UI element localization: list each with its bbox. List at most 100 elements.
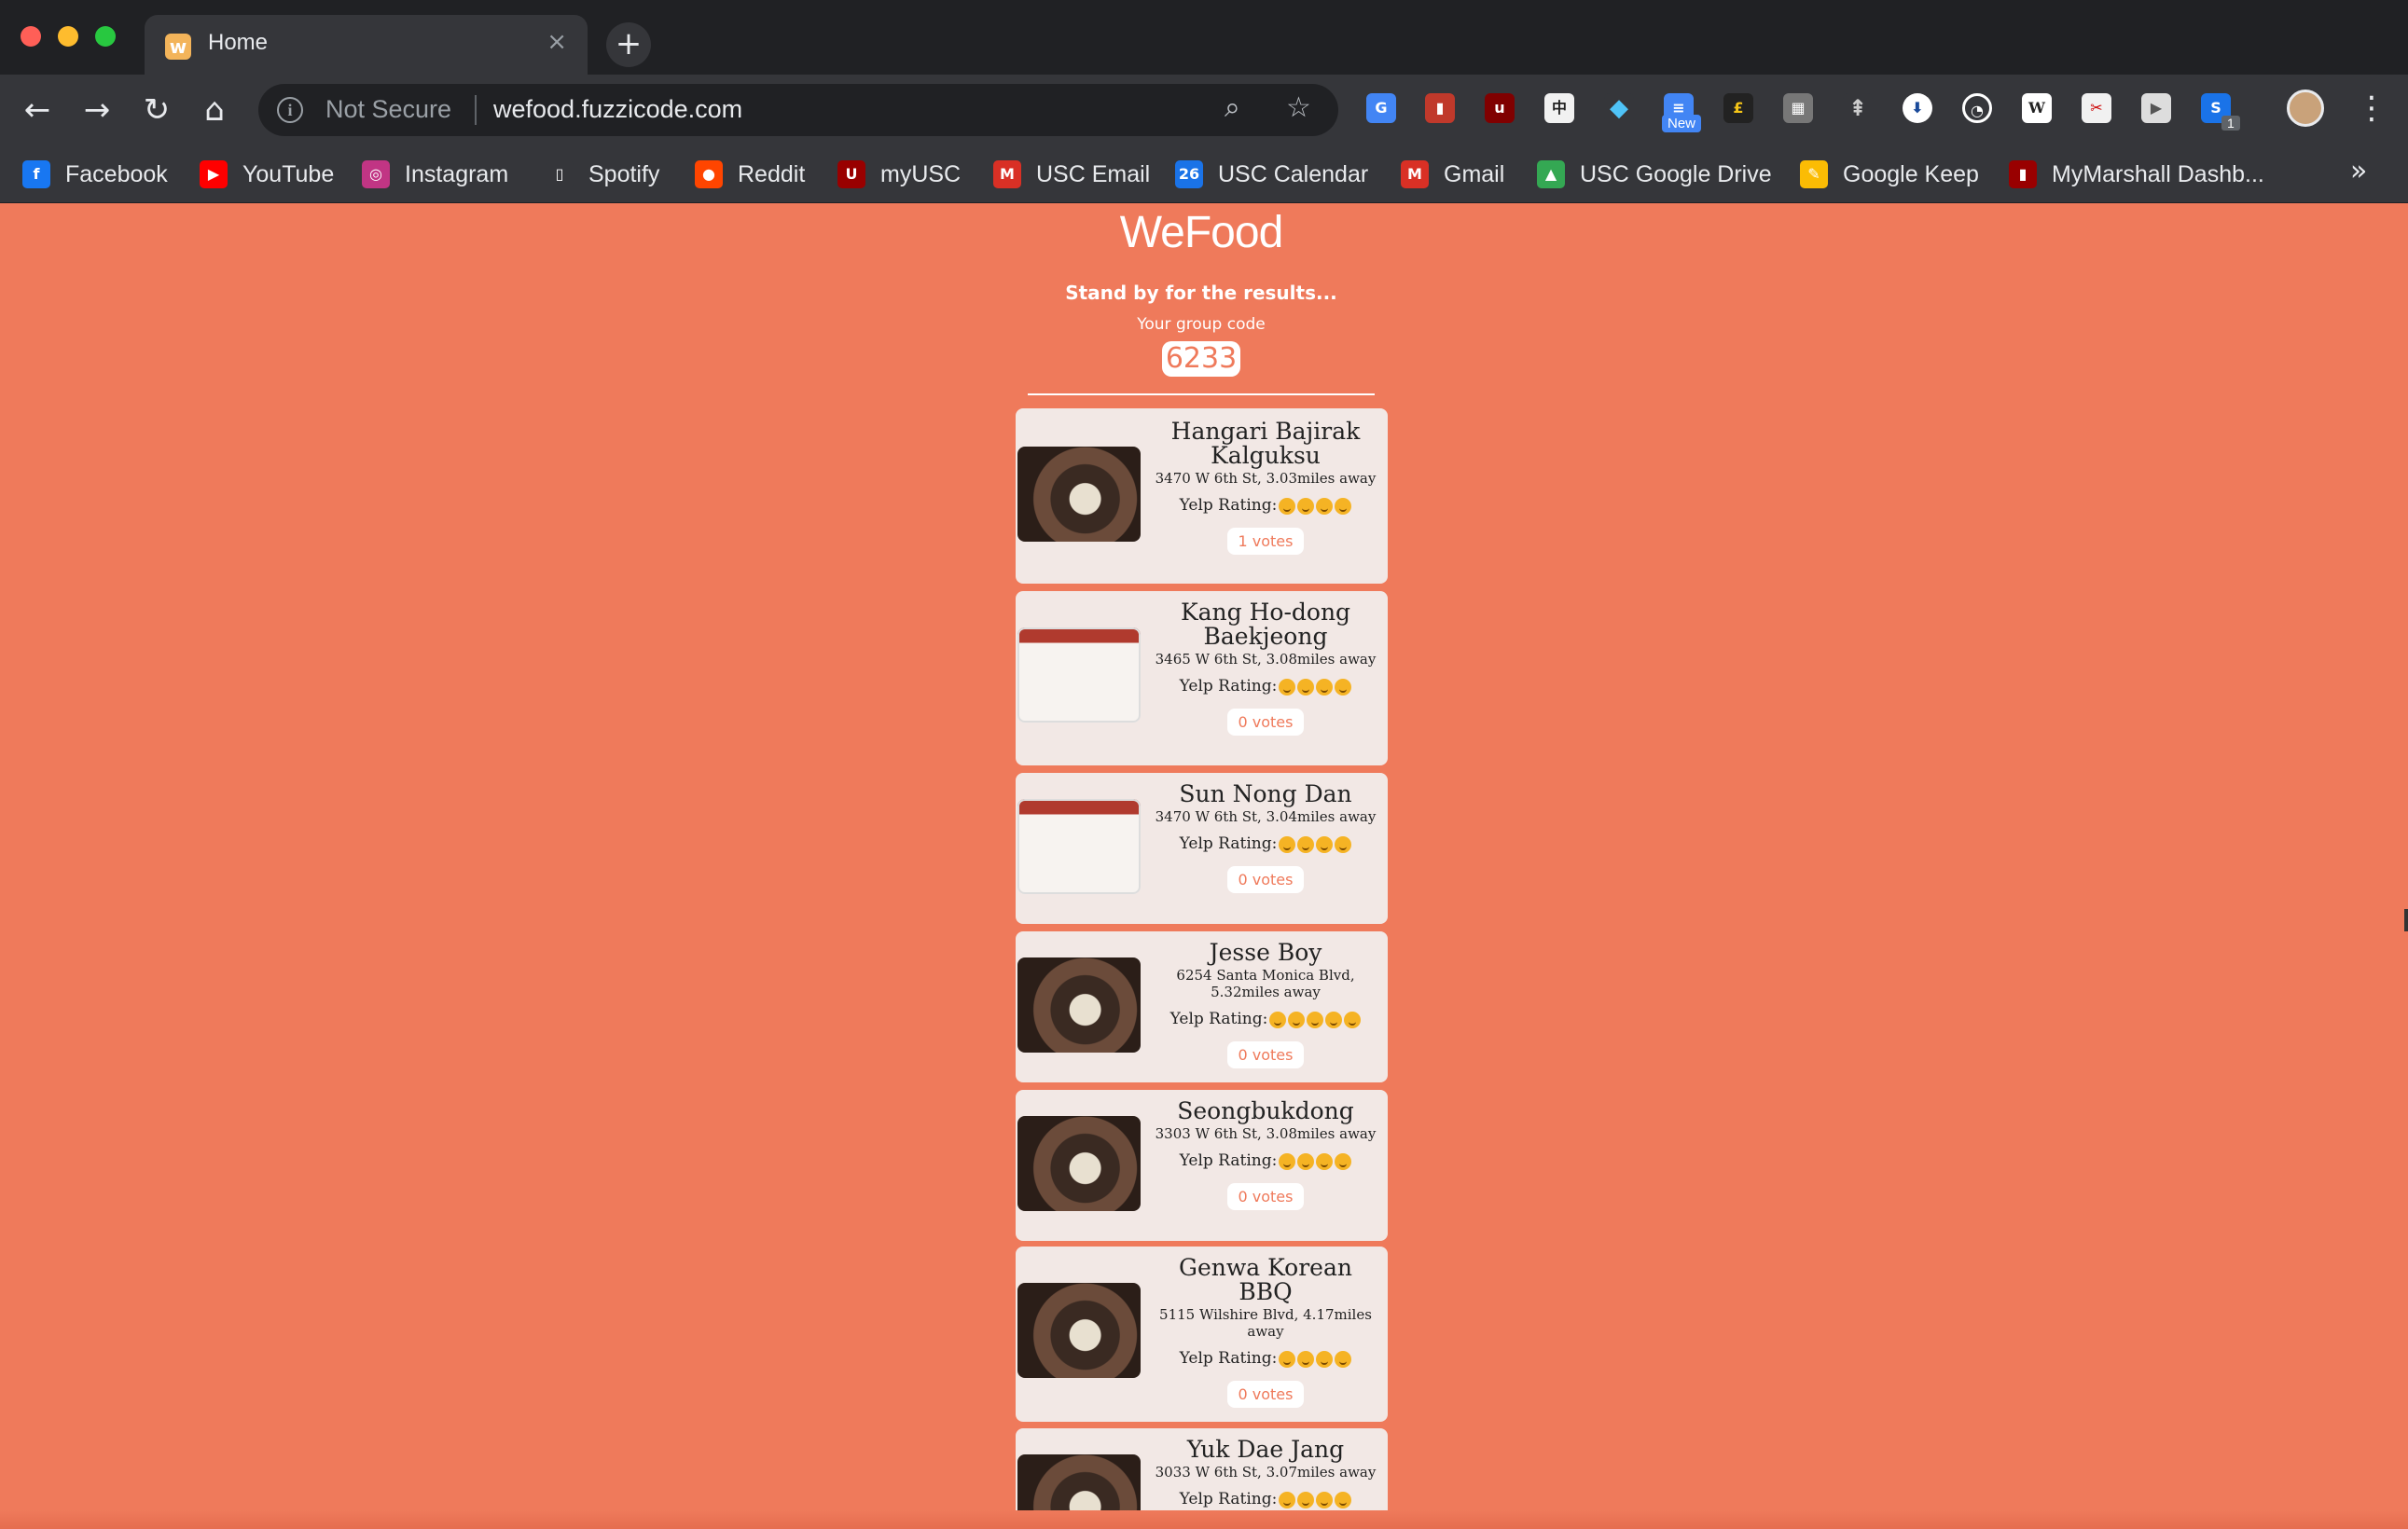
bookmark-7[interactable]: 26 USC Calendar <box>1175 145 1368 203</box>
vote-button[interactable]: 0 votes <box>1226 709 1305 736</box>
bookmark-10[interactable]: ✎ Google Keep <box>1800 145 1979 203</box>
restaurant-card[interactable]: Kang Ho-dong Baekjeong 3465 W 6th St, 3.0… <box>1016 591 1388 765</box>
restaurant-photo <box>1017 957 1141 1053</box>
more-bookmarks-icon[interactable]: » <box>2350 155 2367 187</box>
play-extension-icon[interactable]: ▶ <box>2141 93 2171 123</box>
diamond-extension-icon[interactable]: ◆ <box>1604 93 1634 123</box>
smiley-rating-icon <box>1335 1152 1352 1170</box>
minimize-window-button[interactable] <box>58 26 78 47</box>
youtube-icon: ▶ <box>200 160 228 188</box>
zoom-magnifier-icon[interactable]: ⌕ <box>1225 91 1240 124</box>
restaurant-address: 6254 Santa Monica Blvd, 5.32miles away <box>1176 967 1355 1000</box>
smiley-rating-icon <box>1279 497 1296 515</box>
bookmark-5[interactable]: UmyUSC <box>837 145 961 203</box>
bookmark-11[interactable]: ▮ MyMarshall Dashb... <box>2009 145 2264 203</box>
smiley-rating-icon <box>1297 497 1315 515</box>
bookmark-4[interactable]: ● Reddit <box>695 145 805 203</box>
bookmark-0[interactable]: f Facebook <box>22 145 168 203</box>
profile-avatar[interactable] <box>2287 90 2324 127</box>
calendar-icon: 26 <box>1175 160 1203 188</box>
translate-extension-icon[interactable]: G <box>1366 93 1396 123</box>
restaurant-card[interactable]: Hangari Bajirak Kalguksu 3470 W 6th St, 3… <box>1016 408 1388 584</box>
url-text[interactable]: wefood.fuzzicode.com <box>493 95 742 124</box>
bookmark-star-icon[interactable]: ☆ <box>1286 91 1311 124</box>
smiley-rating-icon <box>1316 1350 1334 1368</box>
bookmark-label: Gmail <box>1444 160 1505 187</box>
smiley-rating-icon <box>1279 835 1296 853</box>
bookmark-label: USC Google Drive <box>1580 160 1772 187</box>
smiley-rating-icon <box>1297 835 1315 853</box>
smiley-rating-icon <box>1297 678 1315 696</box>
download-extension-icon[interactable]: ⬇ <box>1903 93 1932 123</box>
new-badge: New <box>1662 115 1702 132</box>
reload-icon[interactable]: ↻ <box>136 90 177 131</box>
smiley-rating-icon <box>1316 1491 1334 1508</box>
bookmark-9[interactable]: ▲ USC Google Drive <box>1537 145 1772 203</box>
bookmark-6[interactable]: M USC Email <box>993 145 1150 203</box>
restaurant-card[interactable]: Genwa Korean BBQ 5115 Wilshire Blvd, 4.17… <box>1016 1247 1388 1422</box>
smiley-rating-icon <box>1307 1011 1324 1028</box>
grey-extension-icon[interactable]: ▦ <box>1783 93 1813 123</box>
vote-button[interactable]: 0 votes <box>1226 866 1305 893</box>
tab-title: Home <box>208 30 269 55</box>
yelp-rating-label: Yelp Rating: <box>1179 677 1278 696</box>
yelp-rating: Yelp Rating: <box>1150 496 1381 515</box>
info-icon[interactable]: i <box>277 97 303 123</box>
restaurant-card[interactable]: Jesse Boy 6254 Santa Monica Blvd, 5.32mil… <box>1016 931 1388 1082</box>
wikipedia-extension-icon[interactable]: W <box>2022 93 2052 123</box>
browser-menu-icon[interactable]: ⋮ <box>2356 90 2387 127</box>
address-bar[interactable]: i Not Secure wefood.fuzzicode.com ⌕ ☆ <box>258 84 1338 136</box>
standby-message: Stand by for the results... <box>1065 282 1337 304</box>
smiley-rating-icon <box>1335 678 1352 696</box>
bookmark-2[interactable]: ◎ Instagram <box>362 145 508 203</box>
smiley-rating-icon <box>1335 497 1352 515</box>
tab-close-icon[interactable]: × <box>547 28 567 56</box>
restaurant-card[interactable]: Seongbukdong 3303 W 6th St, 3.08miles awa… <box>1016 1090 1388 1241</box>
restaurant-photo <box>1017 799 1141 894</box>
forward-arrow-icon[interactable]: → <box>76 90 118 131</box>
smiley-rating-icon <box>1279 678 1296 696</box>
smiley-rating-icon <box>1279 1152 1296 1170</box>
tab-home[interactable]: w Home × <box>145 15 588 75</box>
bookmark-8[interactable]: M Gmail <box>1401 145 1504 203</box>
vote-button[interactable]: 0 votes <box>1226 1041 1305 1068</box>
bookmark-label: MyMarshall Dashb... <box>2052 160 2264 187</box>
e-extension-icon[interactable]: £ <box>1723 93 1753 123</box>
yelp-rating-label: Yelp Rating: <box>1169 1010 1268 1028</box>
tree-extension-icon[interactable]: ⇞ <box>1843 93 1873 123</box>
bookmark-3[interactable]: ▯ Spotify <box>546 145 659 203</box>
ublock-extension-icon[interactable]: u <box>1485 93 1515 123</box>
dictionary-extension-icon[interactable]: 中 <box>1544 93 1574 123</box>
restaurant-card[interactable]: Sun Nong Dan 3470 W 6th St, 3.04miles awa… <box>1016 773 1388 924</box>
gmail-icon: M <box>993 160 1021 188</box>
bookmark-1[interactable]: ▶ YouTube <box>200 145 334 203</box>
new-tab-button[interactable]: + <box>606 22 651 67</box>
gmail-icon: M <box>1401 160 1429 188</box>
document-icon: ▯ <box>546 160 574 188</box>
vote-button[interactable]: 0 votes <box>1226 1183 1305 1210</box>
scrollbar-indicator[interactable] <box>2404 909 2408 931</box>
restaurant-address: 3303 W 6th St, 3.08miles away <box>1155 1125 1377 1142</box>
back-arrow-icon[interactable]: ← <box>17 90 58 131</box>
smiley-rating-icon <box>1335 1350 1352 1368</box>
vote-button[interactable]: 0 votes <box>1226 1381 1305 1408</box>
wefood-favicon-icon: w <box>165 34 191 60</box>
page-bottom-shade <box>0 1510 2408 1529</box>
yelp-rating-label: Yelp Rating: <box>1179 1490 1278 1508</box>
marshall-icon: ▮ <box>2009 160 2037 188</box>
gauge-extension-icon[interactable]: ◔ <box>1962 93 1992 123</box>
maximize-window-button[interactable] <box>95 26 116 47</box>
close-window-button[interactable] <box>21 26 41 47</box>
restaurant-photo <box>1017 1116 1141 1211</box>
book-extension-icon[interactable]: ▮ <box>1425 93 1455 123</box>
bookmark-label: Spotify <box>588 160 660 187</box>
restaurant-address: 3470 W 6th St, 3.03miles away <box>1155 470 1377 487</box>
clipper-extension-icon[interactable]: ✂ <box>2082 93 2111 123</box>
smiley-rating-icon <box>1279 1350 1296 1368</box>
vote-button[interactable]: 1 votes <box>1226 528 1305 555</box>
home-icon[interactable]: ⌂ <box>194 90 235 131</box>
yelp-rating: Yelp Rating: <box>1150 1490 1381 1508</box>
header-divider <box>1028 393 1375 395</box>
omnibox-separator <box>475 95 477 125</box>
tab-strip: w Home × + <box>0 0 2408 75</box>
